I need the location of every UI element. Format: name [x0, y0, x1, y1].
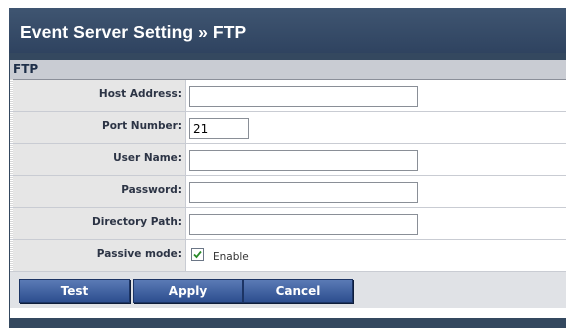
user-name-row: User Name:: [10, 144, 566, 176]
port-number-row: Port Number:: [10, 112, 566, 144]
host-address-label-cell: Host Address:: [13, 80, 186, 111]
cancel-button[interactable]: Cancel: [243, 279, 353, 303]
password-label: Password:: [121, 184, 182, 196]
section-title: FTP: [13, 62, 39, 76]
passive-mode-label: Passive mode:: [96, 248, 182, 260]
directory-path-input[interactable]: [189, 214, 418, 235]
port-number-label-cell: Port Number:: [13, 112, 186, 143]
test-button[interactable]: Test: [19, 279, 130, 303]
port-number-label: Port Number:: [102, 120, 182, 132]
directory-path-row: Directory Path:: [10, 208, 566, 240]
page-title: Event Server Setting » FTP: [20, 22, 247, 42]
title-bar: Event Server Setting » FTP: [9, 8, 566, 53]
host-address-input[interactable]: [189, 86, 418, 107]
host-address-row: Host Address:: [10, 80, 566, 112]
apply-button[interactable]: Apply: [133, 279, 243, 303]
directory-path-label: Directory Path:: [92, 216, 182, 228]
user-name-label-cell: User Name:: [13, 144, 186, 175]
section-header: FTP: [10, 60, 566, 80]
directory-path-label-cell: Directory Path:: [13, 208, 186, 239]
check-icon: [193, 250, 202, 259]
passive-mode-row: Passive mode: Enable: [10, 240, 566, 272]
button-bar: Test Apply Cancel: [10, 272, 566, 308]
password-row: Password:: [10, 176, 566, 208]
event-server-panel: Event Server Setting » FTP FTP Host Addr…: [9, 8, 566, 328]
port-number-input[interactable]: [189, 118, 249, 139]
password-input[interactable]: [189, 182, 418, 203]
host-address-label: Host Address:: [98, 88, 182, 100]
ftp-form: FTP Host Address: Port Number: User Name…: [10, 60, 566, 318]
passive-mode-label-cell: Passive mode:: [13, 240, 186, 271]
user-name-label: User Name:: [113, 152, 182, 164]
passive-mode-checkbox[interactable]: [191, 248, 204, 261]
user-name-input[interactable]: [189, 150, 418, 171]
passive-mode-enable-label: Enable: [213, 251, 249, 263]
password-label-cell: Password:: [13, 176, 186, 207]
